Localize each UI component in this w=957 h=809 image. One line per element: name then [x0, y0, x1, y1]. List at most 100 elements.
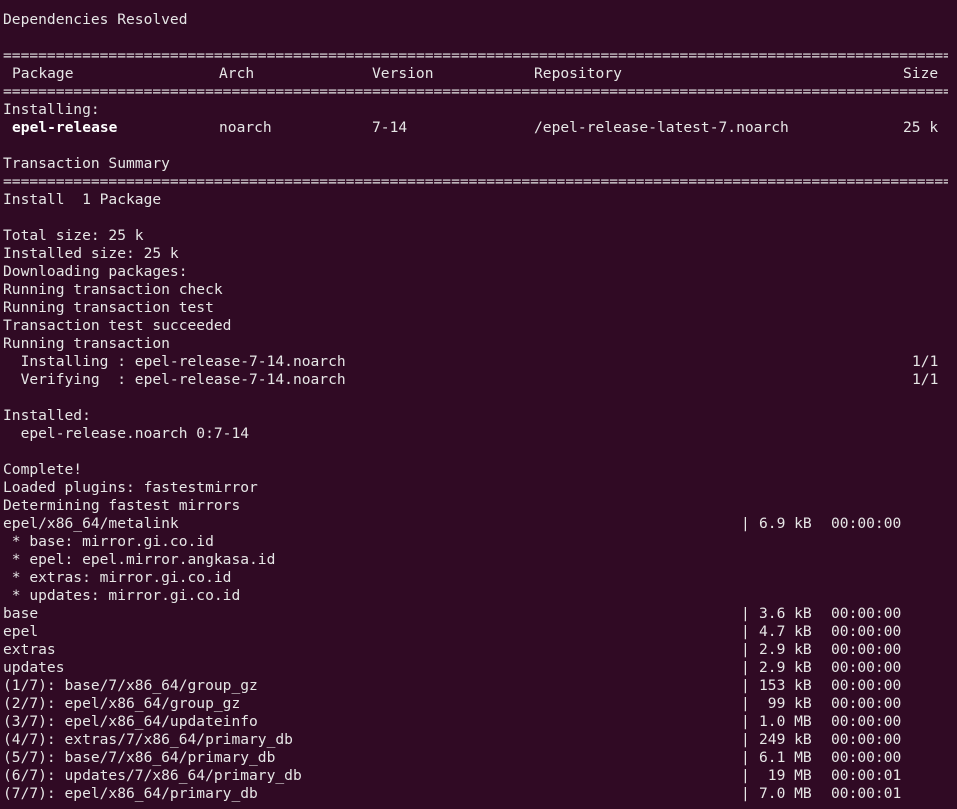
mirror-line: * epel: epel.mirror.angkasa.id: [3, 551, 276, 568]
repo-size: 2.9 kB: [759, 659, 812, 676]
column-bar: |: [741, 785, 750, 802]
repo-name: (2/7): epel/x86_64/group_gz: [3, 695, 241, 712]
installed-package-line: epel-release.noarch 0:7-14: [3, 425, 250, 442]
repo-download-line: (7/7): epel/x86_64/primary_db | 7.0 MB 00:0…: [3, 785, 957, 803]
package-arch: noarch: [219, 119, 272, 136]
step-text: Installing : epel-release-7-14.noarch: [3, 353, 346, 370]
repo-name: base: [3, 605, 39, 622]
step-text: Verifying : epel-release-7-14.noarch: [3, 371, 346, 388]
repo-download-list: base | 3.6 kB 00:00:00 epel | 4.7 kB 00:00:00 ex…: [3, 605, 957, 803]
column-bar: |: [741, 659, 750, 676]
complete-line: Complete!: [3, 461, 83, 478]
transaction-test-line: Running transaction test: [3, 299, 214, 316]
column-bar: |: [741, 515, 750, 532]
metalink-line: epel/x86_64/metalink | 6.9 kB 00:00:00: [3, 515, 957, 533]
downloading-line: Downloading packages:: [3, 263, 188, 280]
install-count-line: Install 1 Package: [3, 191, 162, 208]
repo-time: 00:00:00: [831, 605, 902, 622]
repo-size: 3.6 kB: [759, 605, 812, 622]
repo-name: (1/7): base/7/x86_64/group_gz: [3, 677, 258, 694]
repo-name: (7/7): epel/x86_64/primary_db: [3, 785, 258, 802]
repo-name: (6/7): updates/7/x86_64/primary_db: [3, 767, 302, 784]
transaction-test-ok-line: Transaction test succeeded: [3, 317, 232, 334]
column-bar: |: [741, 767, 750, 784]
terminal-window[interactable]: Dependencies Resolved ==================…: [0, 0, 957, 809]
installed-size-line: Installed size: 25 k: [3, 245, 179, 262]
package-size: 25 k: [903, 119, 939, 136]
package-version: 7-14: [372, 119, 408, 136]
repo-size: 6.9 kB: [759, 515, 812, 532]
repo-time: 00:00:00: [831, 749, 902, 766]
repo-name: epel/x86_64/metalink: [3, 515, 179, 532]
column-bar: |: [741, 623, 750, 640]
repo-name: epel: [3, 623, 39, 640]
column-bar: |: [741, 695, 750, 712]
column-bar: |: [741, 713, 750, 730]
repo-size: 4.7 kB: [759, 623, 812, 640]
repo-download-line: (3/7): epel/x86_64/updateinfo | 1.0 MB 00:0…: [3, 713, 957, 731]
repo-download-line: (4/7): extras/7/x86_64/primary_db | 249 kB…: [3, 731, 957, 749]
repo-size: 249 kB: [759, 731, 812, 748]
repo-size: 1.0 MB: [759, 713, 812, 730]
repo-size: 99 kB: [759, 695, 812, 712]
repo-download-line: (5/7): base/7/x86_64/primary_db | 6.1 MB 00…: [3, 749, 957, 767]
repo-time: 00:00:00: [831, 515, 902, 532]
separator-line: ========================================…: [3, 47, 948, 64]
column-bar: |: [741, 749, 750, 766]
column-bar: |: [741, 677, 750, 694]
repo-download-line: (2/7): epel/x86_64/group_gz | 99 kB 00:00:…: [3, 695, 957, 713]
repo-time: 00:00:00: [831, 641, 902, 658]
repo-name: (4/7): extras/7/x86_64/primary_db: [3, 731, 293, 748]
repo-download-line: base | 3.6 kB 00:00:00: [3, 605, 957, 623]
table-row: epel-release noarch 7-14 /epel-release-l…: [3, 119, 957, 137]
repo-size: 7.0 MB: [759, 785, 812, 802]
repo-time: 00:00:00: [831, 695, 902, 712]
repo-download-line: epel | 4.7 kB 00:00:00: [3, 623, 957, 641]
loaded-plugins-line: Loaded plugins: fastestmirror: [3, 479, 258, 496]
repo-name: (3/7): epel/x86_64/updateinfo: [3, 713, 258, 730]
repo-time: 00:00:01: [831, 767, 902, 784]
mirror-line: * extras: mirror.gi.co.id: [3, 569, 232, 586]
package-repository: /epel-release-latest-7.noarch: [534, 119, 789, 136]
deps-resolved-line: Dependencies Resolved: [3, 11, 188, 28]
mirror-line: * updates: mirror.gi.co.id: [3, 587, 241, 604]
step-count: 1/1: [912, 371, 939, 388]
repo-time: 00:00:01: [831, 785, 902, 802]
repo-download-line: (1/7): base/7/x86_64/group_gz | 153 kB 00:0…: [3, 677, 957, 695]
repo-time: 00:00:00: [831, 713, 902, 730]
verify-step-line: Verifying : epel-release-7-14.noarch 1/1: [3, 371, 957, 389]
transaction-check-line: Running transaction check: [3, 281, 223, 298]
separator-line: ========================================…: [3, 173, 948, 190]
column-bar: |: [741, 641, 750, 658]
repo-size: 2.9 kB: [759, 641, 812, 658]
col-header-size: Size: [903, 65, 939, 82]
col-header-arch: Arch: [219, 65, 255, 82]
transaction-summary-title: Transaction Summary: [3, 155, 170, 172]
repo-name: extras: [3, 641, 56, 658]
installing-section-label: Installing:: [3, 101, 100, 118]
determining-mirrors-line: Determining fastest mirrors: [3, 497, 241, 514]
repo-download-line: updates | 2.9 kB 00:00:00: [3, 659, 957, 677]
repo-size: 6.1 MB: [759, 749, 812, 766]
col-header-version: Version: [372, 65, 434, 82]
col-header-repository: Repository: [534, 65, 622, 82]
repo-time: 00:00:00: [831, 677, 902, 694]
column-bar: |: [741, 731, 750, 748]
repo-size: 153 kB: [759, 677, 812, 694]
repo-download-line: extras | 2.9 kB 00:00:00: [3, 641, 957, 659]
mirror-line: * base: mirror.gi.co.id: [3, 533, 214, 550]
table-header-row: Package Arch Version Repository Size: [3, 65, 957, 83]
total-size-line: Total size: 25 k: [3, 227, 144, 244]
repo-name: updates: [3, 659, 65, 676]
column-bar: |: [741, 605, 750, 622]
repo-size: 19 MB: [759, 767, 812, 784]
package-name: epel-release: [12, 119, 118, 136]
running-transaction-line: Running transaction: [3, 335, 170, 352]
repo-download-line: (6/7): updates/7/x86_64/primary_db | 19 M…: [3, 767, 957, 785]
separator-line: ========================================…: [3, 83, 948, 100]
